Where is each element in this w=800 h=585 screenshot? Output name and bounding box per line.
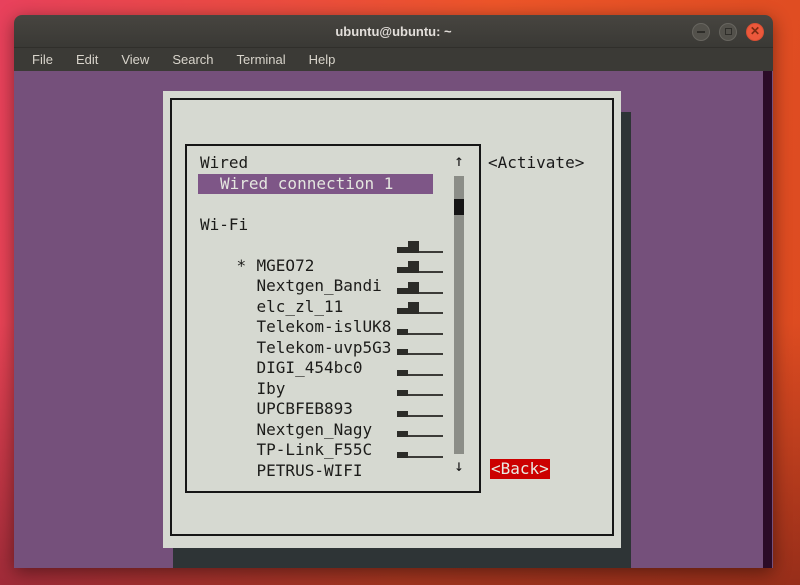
signal-strength-icon (397, 321, 443, 335)
blank-row (187, 194, 479, 215)
wifi-network-row[interactable]: elc_zl_11 (187, 276, 479, 297)
maximize-button[interactable] (719, 23, 737, 41)
wifi-network-row[interactable]: PETRUS-WIFI (187, 440, 479, 461)
close-icon: ✕ (750, 25, 760, 37)
back-button[interactable]: <Back> (490, 459, 550, 479)
signal-strength-icon (397, 239, 443, 253)
minimize-icon (697, 31, 705, 33)
maximize-icon (725, 28, 732, 35)
terminal-body[interactable]: Wired Wired connection 1 Wi-Fi *MGEO72 N… (14, 71, 773, 568)
signal-strength-icon (397, 362, 443, 376)
signal-strength-icon (397, 259, 443, 273)
activate-button[interactable]: <Activate> (488, 153, 584, 172)
terminal-scrollbar-strip[interactable] (763, 71, 772, 568)
window-controls: ✕ (692, 15, 764, 48)
signal-strength-icon (397, 341, 443, 355)
menu-terminal[interactable]: Terminal (231, 50, 292, 69)
terminal-window: ubuntu@ubuntu: ~ ✕ File Edit View Search… (14, 15, 773, 568)
nmtui-dialog: Wired Wired connection 1 Wi-Fi *MGEO72 N… (163, 91, 621, 548)
scrollbar-track[interactable] (454, 176, 464, 454)
wifi-network-list: *MGEO72 Nextgen_Bandi elc_zl_11 Telekom-… (187, 235, 479, 461)
menu-view[interactable]: View (115, 50, 155, 69)
menu-edit[interactable]: Edit (70, 50, 104, 69)
scroll-up-icon[interactable]: ↑ (450, 151, 468, 170)
menu-file[interactable]: File (26, 50, 59, 69)
signal-strength-icon (397, 382, 443, 396)
wifi-network-row[interactable]: Telekom-uvp5G3 (187, 317, 479, 338)
signal-strength-icon (397, 403, 443, 417)
signal-strength-icon (397, 444, 443, 458)
menu-help[interactable]: Help (303, 50, 342, 69)
wifi-network-row[interactable]: DIGI_454bc0 (187, 338, 479, 359)
wifi-network-row[interactable]: Iby (187, 358, 479, 379)
menu-bar: File Edit View Search Terminal Help (14, 48, 773, 71)
scroll-down-icon[interactable]: ↓ (450, 456, 468, 475)
signal-strength-icon (397, 280, 443, 294)
wired-section-label: Wired (187, 153, 479, 174)
selected-connection-highlight[interactable]: Wired connection 1 (198, 174, 433, 194)
wifi-network-row[interactable]: *MGEO72 (187, 235, 479, 256)
close-button[interactable]: ✕ (746, 23, 764, 41)
wifi-network-row[interactable]: TP-Link_F55C (187, 420, 479, 441)
menu-search[interactable]: Search (166, 50, 219, 69)
wifi-network-row[interactable]: Nextgen_Bandi (187, 256, 479, 277)
wifi-network-row[interactable]: Nextgen_Nagy (187, 399, 479, 420)
connection-listbox[interactable]: Wired Wired connection 1 Wi-Fi *MGEO72 N… (185, 144, 481, 493)
wifi-section-label: Wi-Fi (187, 215, 479, 236)
desktop-wallpaper: ubuntu@ubuntu: ~ ✕ File Edit View Search… (0, 0, 800, 585)
signal-strength-icon (397, 300, 443, 314)
wifi-network-row[interactable]: UPCBFEB893 (187, 379, 479, 400)
wifi-network-row[interactable]: Telekom-islUK8 (187, 297, 479, 318)
minimize-button[interactable] (692, 23, 710, 41)
scrollbar-thumb[interactable] (454, 199, 464, 215)
window-title: ubuntu@ubuntu: ~ (335, 24, 451, 39)
signal-strength-icon (397, 423, 443, 437)
window-titlebar[interactable]: ubuntu@ubuntu: ~ ✕ (14, 15, 773, 48)
wired-connection-row[interactable]: Wired connection 1 (187, 174, 479, 195)
wifi-network-name: PETRUS-WIFI (257, 461, 363, 480)
